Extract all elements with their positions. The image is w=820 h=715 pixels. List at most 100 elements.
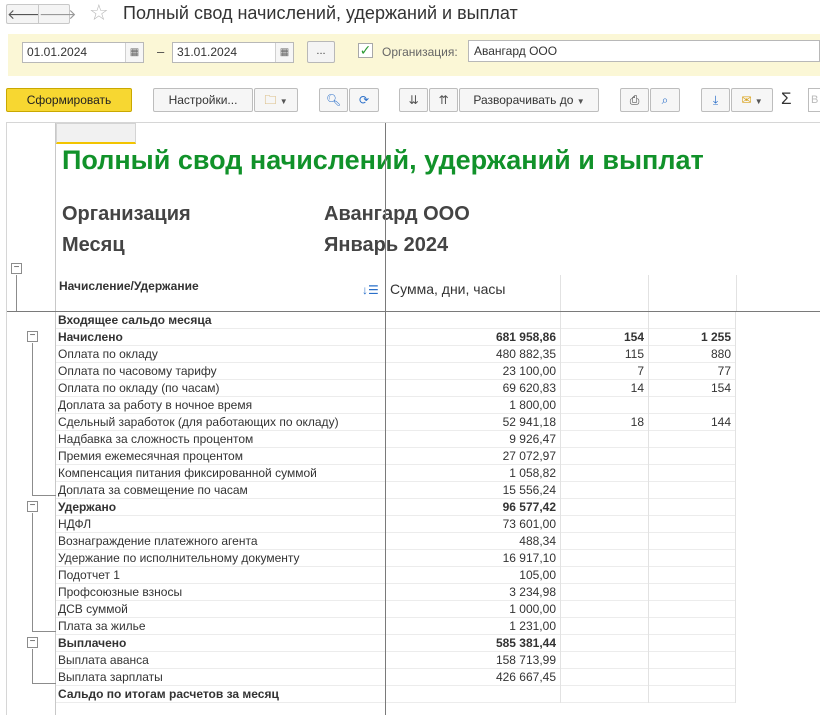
back-arrow-icon[interactable]: 🡐: [6, 4, 45, 24]
variants-button[interactable]: 🗀 ▼: [254, 88, 298, 112]
print-preview-button[interactable]: ⌕: [650, 88, 680, 112]
search-button[interactable]: 🔍︎: [319, 88, 348, 112]
table-row[interactable]: Сдельный заработок (для работающих по ок…: [56, 414, 736, 431]
row-label-cell: Плата за жилье: [58, 619, 146, 633]
row-label-cell: Подотчет 1: [58, 568, 120, 582]
window-title: Полный свод начислений, удержаний и выпл…: [123, 3, 518, 23]
table-row[interactable]: Удержано 96 577,42: [56, 499, 736, 516]
organization-header-key: Организация: [62, 203, 191, 225]
row-hours-cell: [648, 669, 736, 686]
sum-value-field[interactable]: B: [808, 88, 820, 112]
row-hours-cell: [648, 312, 736, 329]
table-row[interactable]: Оплата по часовому тарифу 23 100,00 7 77: [56, 363, 736, 380]
collapse-header-icon[interactable]: −: [11, 263, 22, 274]
report-toolbar: Сформировать Настройки... 🗀 ▼ 🔍︎ ⟳ ⇊ ⇈ Р…: [0, 86, 820, 114]
calendar-icon[interactable]: ▦: [125, 43, 143, 62]
table-row[interactable]: Доплата за совмещение по часам 15 556,24: [56, 482, 736, 499]
report-title: Полный свод начислений, удержаний и выпл…: [62, 145, 704, 175]
table-row[interactable]: НДФЛ 73 601,00: [56, 516, 736, 533]
row-sum-cell: 426 667,45: [385, 669, 560, 686]
table-row[interactable]: Входящее сальдо месяца: [56, 312, 736, 329]
table-row[interactable]: Надбавка за сложность процентом 9 926,47: [56, 431, 736, 448]
organization-checkbox[interactable]: ✓: [358, 43, 373, 58]
chevron-down-icon: ▼: [754, 97, 763, 106]
row-days-cell: [560, 482, 648, 499]
forward-arrow-icon[interactable]: 🡒: [38, 4, 77, 24]
row-sum-cell: 1 231,00: [385, 618, 560, 635]
calendar-icon[interactable]: ▦: [275, 43, 293, 62]
expand-to-button[interactable]: Разворачивать до ▼: [459, 88, 599, 112]
column-divider: [648, 275, 737, 311]
row-days-cell: [560, 550, 648, 567]
row-label-cell: Оплата по окладу: [58, 347, 158, 361]
row-hours-cell: [648, 431, 736, 448]
favorite-star-icon[interactable]: ☆: [89, 1, 109, 25]
table-row[interactable]: Начислено 681 958,86 154 1 255: [56, 329, 736, 346]
row-hours-cell: 154: [648, 380, 736, 397]
print-button[interactable]: ⎙: [620, 88, 649, 112]
row-sum-cell: 23 100,00: [385, 363, 560, 380]
table-row[interactable]: Выплата аванса 158 713,99: [56, 652, 736, 669]
tree-connector: [32, 343, 33, 496]
row-hours-cell: 77: [648, 363, 736, 380]
row-hours-cell: [648, 601, 736, 618]
expand-all-button[interactable]: ⇊: [399, 88, 428, 112]
row-sum-cell: 52 941,18: [385, 414, 560, 431]
row-days-cell: [560, 669, 648, 686]
table-row[interactable]: ДСВ суммой 1 000,00: [56, 601, 736, 618]
row-label-cell: Оплата по окладу (по часам): [58, 381, 220, 395]
tree-connector: [32, 513, 33, 632]
table-row[interactable]: Подотчет 1 105,00: [56, 567, 736, 584]
collapse-paid-icon[interactable]: −: [27, 637, 38, 648]
row-sum-cell: 3 234,98: [385, 584, 560, 601]
table-row[interactable]: Выплата зарплаты 426 667,45: [56, 669, 736, 686]
row-days-cell: [560, 652, 648, 669]
row-hours-cell: [648, 584, 736, 601]
organization-label: Организация:: [382, 45, 458, 59]
date-to-field[interactable]: 31.01.2024 ▦: [172, 42, 294, 63]
title-bar: 🡐 🡒 ☆ Полный свод начислений, удержаний …: [0, 0, 820, 30]
row-sum-cell: 27 072,97: [385, 448, 560, 465]
sort-icon[interactable]: ↓☰: [362, 283, 379, 297]
table-row[interactable]: Профсоюзные взносы 3 234,98: [56, 584, 736, 601]
generate-button[interactable]: Сформировать: [6, 88, 132, 112]
collapse-accrued-icon[interactable]: −: [27, 331, 38, 342]
collapse-all-button[interactable]: ⇈: [429, 88, 458, 112]
search-again-button[interactable]: ⟳: [349, 88, 379, 112]
row-hours-cell: [648, 550, 736, 567]
row-days-cell: [560, 312, 648, 329]
row-label-cell: Оплата по часовому тарифу: [58, 364, 217, 378]
table-row[interactable]: Оплата по окладу 480 882,35 115 880: [56, 346, 736, 363]
table-row[interactable]: Оплата по окладу (по часам) 69 620,83 14 15…: [56, 380, 736, 397]
selected-cell[interactable]: [56, 123, 136, 144]
send-email-button[interactable]: ✉ ▼: [731, 88, 773, 112]
settings-button[interactable]: Настройки...: [153, 88, 253, 112]
row-days-cell: [560, 686, 648, 703]
collapse-withheld-icon[interactable]: −: [27, 501, 38, 512]
organization-field[interactable]: Авангард ООО: [468, 40, 820, 62]
row-label-cell: Вознаграждение платежного агента: [58, 534, 258, 548]
table-row[interactable]: Плата за жилье 1 231,00: [56, 618, 736, 635]
table-row[interactable]: Выплачено 585 381,44: [56, 635, 736, 652]
freeze-horizontal-line: [7, 311, 820, 312]
date-from-field[interactable]: 01.01.2024 ▦: [22, 42, 144, 63]
table-row[interactable]: Вознаграждение платежного агента 488,34: [56, 533, 736, 550]
period-dash: –: [157, 44, 165, 59]
table-row[interactable]: Доплата за работу в ночное время 1 800,00: [56, 397, 736, 414]
row-days-cell: [560, 516, 648, 533]
row-hours-cell: [648, 533, 736, 550]
download-icon: ⤓: [712, 93, 719, 107]
save-button[interactable]: ⤓: [701, 88, 730, 112]
table-row[interactable]: Компенсация питания фиксированной суммой…: [56, 465, 736, 482]
date-to-value: 31.01.2024: [177, 45, 238, 59]
row-label-cell: Выплачено: [58, 636, 127, 650]
row-hours-cell: [648, 516, 736, 533]
table-row[interactable]: Удержание по исполнительному документу 16…: [56, 550, 736, 567]
date-from-value: 01.01.2024: [27, 45, 88, 59]
report-spreadsheet[interactable]: Полный свод начислений, удержаний и выпл…: [6, 122, 820, 715]
table-row[interactable]: Сальдо по итогам расчетов за месяц: [56, 686, 736, 703]
sum-icon[interactable]: Σ: [781, 89, 792, 109]
select-period-button[interactable]: ...: [307, 41, 335, 63]
printer-icon: ⎙: [629, 93, 640, 107]
table-row[interactable]: Премия ежемесячная процентом 27 072,97: [56, 448, 736, 465]
